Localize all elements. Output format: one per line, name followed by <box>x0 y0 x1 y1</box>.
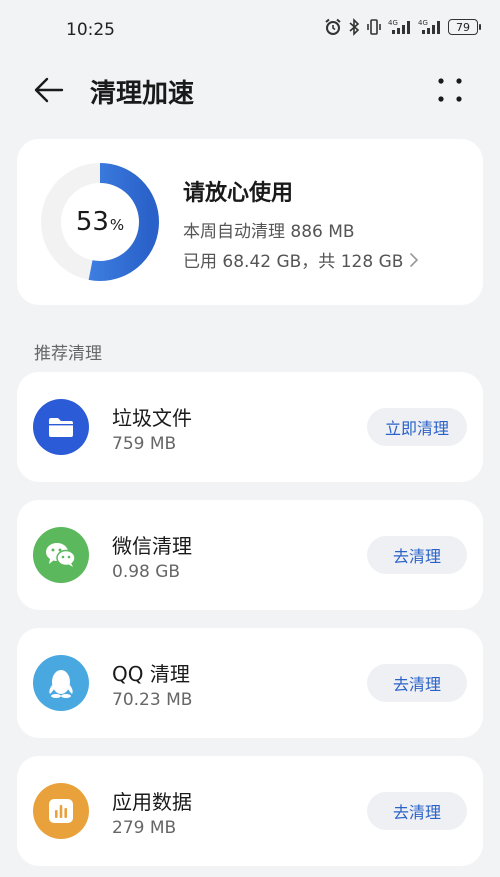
more-options-icon[interactable] <box>436 76 464 104</box>
usage-percent: 53 % <box>40 162 160 282</box>
app-data-icon <box>33 783 89 839</box>
storage-usage-text: 已用 68.42 GB，共 128 GB <box>183 252 404 272</box>
storage-usage-row[interactable]: 已用 68.42 GB，共 128 GB <box>183 247 419 272</box>
storage-status: 请放心使用 <box>183 181 294 206</box>
section-title: 推荐清理 <box>34 344 102 364</box>
usage-percent-value: 53 <box>75 207 109 237</box>
status-bar: 10:25 4G 4G 79 <box>0 0 500 62</box>
list-item-junk-files[interactable]: 垃圾文件 759 MB 立即清理 <box>17 372 483 482</box>
item-size: 279 MB <box>112 818 177 838</box>
folder-icon <box>33 399 89 455</box>
svg-text:4G: 4G <box>418 19 428 27</box>
wechat-clean-button[interactable]: 去清理 <box>367 536 467 574</box>
item-size: 0.98 GB <box>112 562 181 582</box>
list-item-wechat[interactable]: 微信清理 0.98 GB 去清理 <box>17 500 483 610</box>
list-item-app-data[interactable]: 应用数据 279 MB 去清理 <box>17 756 483 866</box>
storage-summary-card[interactable]: 53 % 请放心使用 本周自动清理 886 MB 已用 68.42 GB，共 1… <box>17 139 483 305</box>
battery-icon: 79 <box>448 19 481 35</box>
bluetooth-icon <box>349 18 360 36</box>
qq-icon <box>33 655 89 711</box>
clean-now-button[interactable]: 立即清理 <box>367 408 467 446</box>
back-arrow-icon[interactable] <box>34 76 64 104</box>
item-size: 759 MB <box>112 434 177 454</box>
svg-text:4G: 4G <box>388 19 398 27</box>
qq-clean-button[interactable]: 去清理 <box>367 664 467 702</box>
status-icons: 4G 4G 79 <box>324 18 481 36</box>
app-data-clean-button[interactable]: 去清理 <box>367 792 467 830</box>
chevron-right-icon <box>410 252 419 267</box>
signal-4g-icon-2: 4G <box>418 19 440 34</box>
usage-percent-unit: % <box>109 216 125 234</box>
page-title: 清理加速 <box>90 79 195 109</box>
item-name: 垃圾文件 <box>112 406 192 430</box>
item-size: 70.23 MB <box>112 690 193 710</box>
wechat-icon <box>33 527 89 583</box>
list-item-qq[interactable]: QQ 清理 70.23 MB 去清理 <box>17 628 483 738</box>
item-name: QQ 清理 <box>112 662 190 686</box>
status-time: 10:25 <box>66 20 115 40</box>
vibrate-icon <box>367 19 381 35</box>
item-name: 微信清理 <box>112 534 192 558</box>
item-name: 应用数据 <box>112 790 192 814</box>
signal-4g-icon: 4G <box>388 19 410 34</box>
alarm-icon <box>325 18 341 35</box>
weekly-cleaned: 本周自动清理 886 MB <box>183 222 355 242</box>
title-bar: 清理加速 <box>0 62 500 118</box>
